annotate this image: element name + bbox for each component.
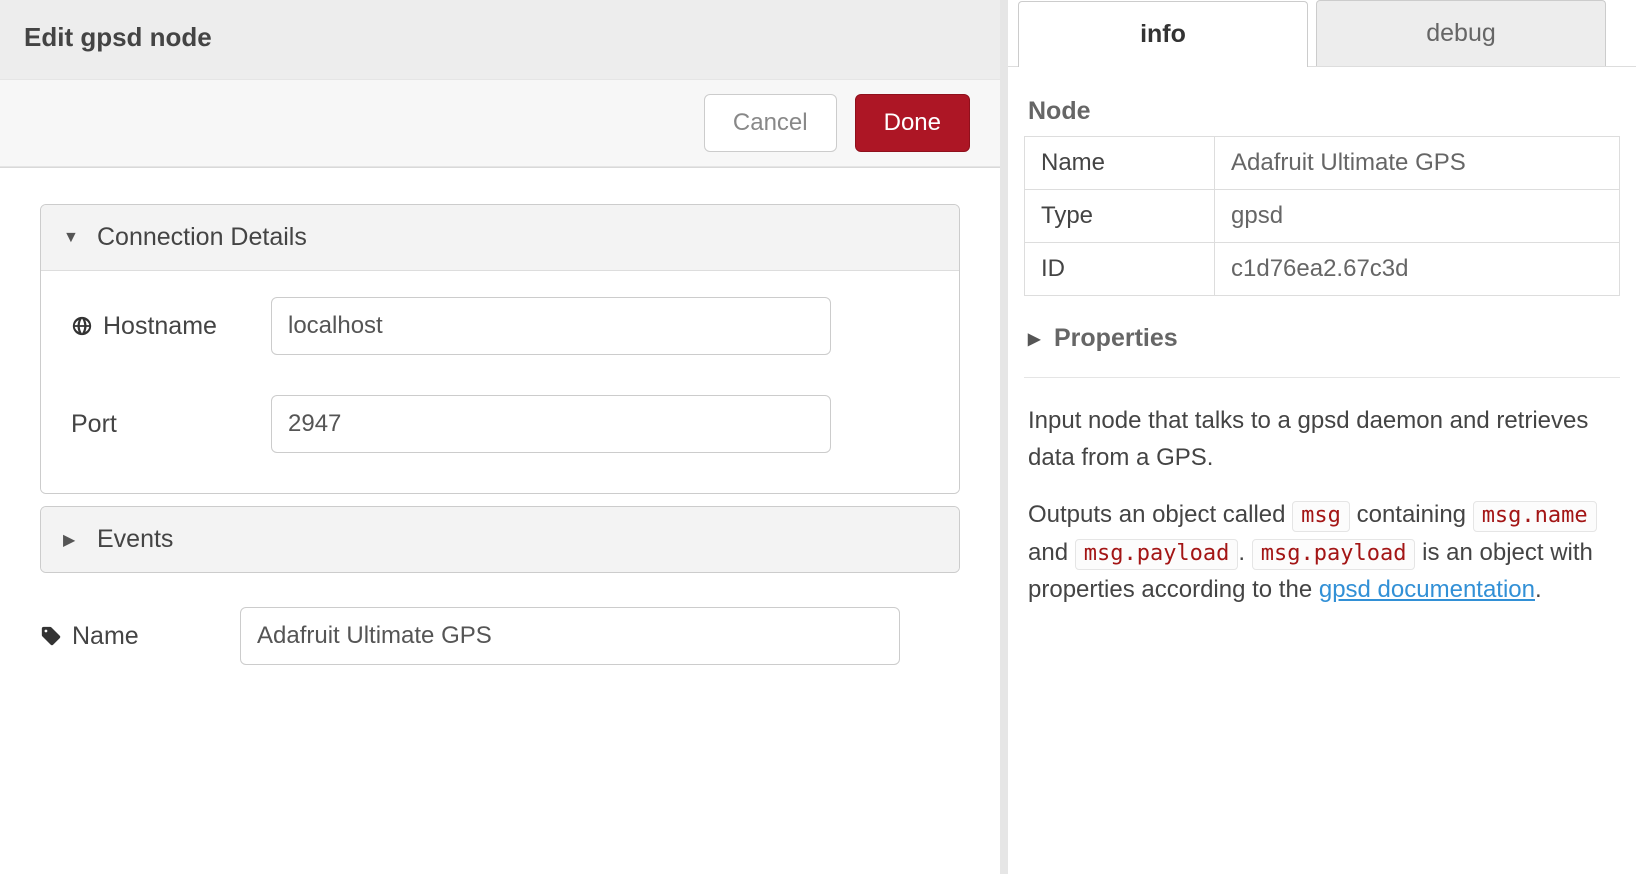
- help-para-2: Outputs an object called msg containing …: [1028, 496, 1616, 608]
- code-msg-name: msg.name: [1473, 501, 1597, 532]
- cell-type-val: gpsd: [1215, 190, 1620, 243]
- chevron-right-icon: ▶: [63, 530, 77, 550]
- editor-body: ▼ Connection Details Hostname: [0, 168, 1000, 874]
- section-events: ▶ Events: [40, 506, 960, 573]
- name-input[interactable]: [240, 607, 900, 665]
- cell-name-key: Name: [1025, 137, 1215, 190]
- sidebar-body: Node Name Adafruit Ultimate GPS Type gps…: [1008, 67, 1636, 874]
- table-row: Type gpsd: [1025, 190, 1620, 243]
- tab-debug[interactable]: debug: [1316, 0, 1606, 66]
- cell-id-key: ID: [1025, 243, 1215, 296]
- globe-icon: [71, 315, 93, 337]
- section-title-connection: Connection Details: [97, 223, 307, 252]
- editor-header: Edit gpsd node Cancel Done: [0, 0, 1000, 168]
- tab-info[interactable]: info: [1018, 1, 1308, 67]
- row-name: Name: [40, 607, 960, 665]
- node-help-text: Input node that talks to a gpsd daemon a…: [1024, 378, 1620, 608]
- section-header-events[interactable]: ▶ Events: [41, 507, 959, 572]
- properties-toggle[interactable]: ▶ Properties: [1024, 316, 1620, 378]
- editor-title: Edit gpsd node: [0, 0, 1000, 79]
- hostname-input[interactable]: [271, 297, 831, 355]
- sidebar-tabs: info debug: [1008, 0, 1636, 67]
- cell-type-key: Type: [1025, 190, 1215, 243]
- label-hostname: Hostname: [71, 312, 271, 341]
- table-row: Name Adafruit Ultimate GPS: [1025, 137, 1620, 190]
- chevron-down-icon: ▼: [63, 229, 77, 247]
- help-para-1: Input node that talks to a gpsd daemon a…: [1028, 402, 1616, 476]
- label-port: Port: [71, 410, 271, 439]
- table-row: ID c1d76ea2.67c3d: [1025, 243, 1620, 296]
- chevron-right-icon: ▶: [1028, 329, 1042, 349]
- section-header-connection[interactable]: ▼ Connection Details: [41, 205, 959, 271]
- sidebar: info debug Node Name Adafruit Ultimate G…: [1008, 0, 1636, 874]
- row-port: Port: [71, 395, 929, 453]
- done-button[interactable]: Done: [855, 94, 970, 152]
- properties-label: Properties: [1054, 324, 1178, 353]
- heading-node: Node: [1028, 97, 1620, 126]
- editor-actions: Cancel Done: [0, 79, 1000, 167]
- tag-icon: [40, 625, 62, 647]
- cell-id-val: c1d76ea2.67c3d: [1215, 243, 1620, 296]
- section-body-connection: Hostname Port: [41, 271, 959, 493]
- port-input[interactable]: [271, 395, 831, 453]
- cell-name-val: Adafruit Ultimate GPS: [1215, 137, 1620, 190]
- label-name: Name: [40, 622, 240, 651]
- section-connection-details: ▼ Connection Details Hostname: [40, 204, 960, 494]
- section-title-events: Events: [97, 525, 173, 554]
- edit-node-dialog: Edit gpsd node Cancel Done ▼ Connection …: [0, 0, 1008, 874]
- cancel-button[interactable]: Cancel: [704, 94, 837, 152]
- code-msg-payload: msg.payload: [1075, 539, 1239, 570]
- code-msg-payload-2: msg.payload: [1252, 539, 1416, 570]
- row-hostname: Hostname: [71, 297, 929, 355]
- gpsd-documentation-link[interactable]: gpsd documentation: [1319, 576, 1535, 603]
- code-msg: msg: [1292, 501, 1350, 532]
- node-info-table: Name Adafruit Ultimate GPS Type gpsd ID …: [1024, 136, 1620, 296]
